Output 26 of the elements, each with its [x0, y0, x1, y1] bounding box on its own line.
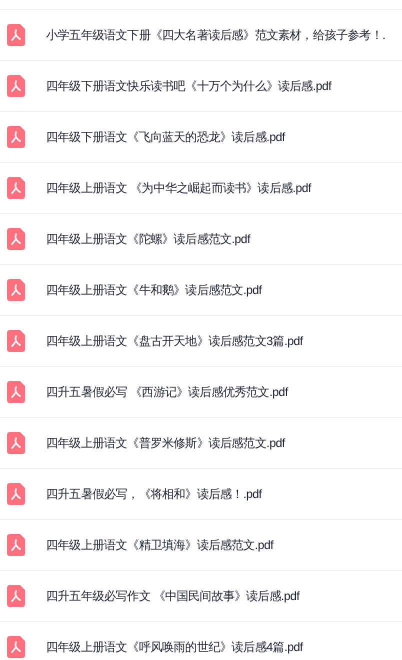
file-name[interactable]: 四年级上册语文《呼风唤雨的世纪》读后感4篇.pdf [46, 638, 303, 656]
file-name[interactable]: 四年级上册语文《陀螺》读后感范文.pdf [46, 230, 250, 248]
document-icon [7, 177, 25, 199]
document-icon [7, 330, 25, 352]
file-name[interactable]: 四年级上册语文《精卫填海》读后感范文.pdf [46, 536, 274, 554]
document-icon [7, 279, 25, 301]
file-name[interactable]: 四年级上册语文 《为中华之崛起而读书》读后感.pdf [46, 180, 311, 196]
document-icon [7, 228, 25, 250]
document-icon [7, 483, 25, 505]
document-icon [7, 381, 25, 403]
document-icon [7, 75, 25, 97]
document-icon [7, 534, 25, 556]
file-name[interactable]: 四升五暑假必写 《西游记》读后感优秀范文.pdf [46, 384, 288, 400]
file-name[interactable]: 四年级下册语文快乐读书吧《十万个为什么》读后感.pdf [46, 78, 332, 94]
file-name[interactable]: 四年级下册语文《飞向蓝天的恐龙》读后感.pdf [46, 128, 285, 146]
file-name[interactable]: 四年级上册语文《普罗米修斯》读后感范文.pdf [46, 434, 285, 452]
document-icon [7, 585, 25, 607]
document-icon [7, 636, 25, 658]
file-name[interactable]: 四年级上册语文《盘古开天地》读后感范文3篇.pdf [46, 332, 303, 350]
file-name[interactable]: 四年级上册语文《牛和鹅》读后感范文.pdf [46, 282, 262, 298]
document-icon [7, 432, 25, 454]
file-name[interactable]: 四升五暑假必写，《将相和》读后感！.pdf [46, 486, 262, 502]
document-icon [7, 24, 25, 46]
document-icon [7, 126, 25, 148]
file-name[interactable]: 四升五年级必写作文 《中国民间故事》读后感.pdf [46, 588, 300, 604]
file-name[interactable]: 小学五年级语文下册《四大名著读后感》范文素材，给孩子参考！. [46, 26, 386, 44]
